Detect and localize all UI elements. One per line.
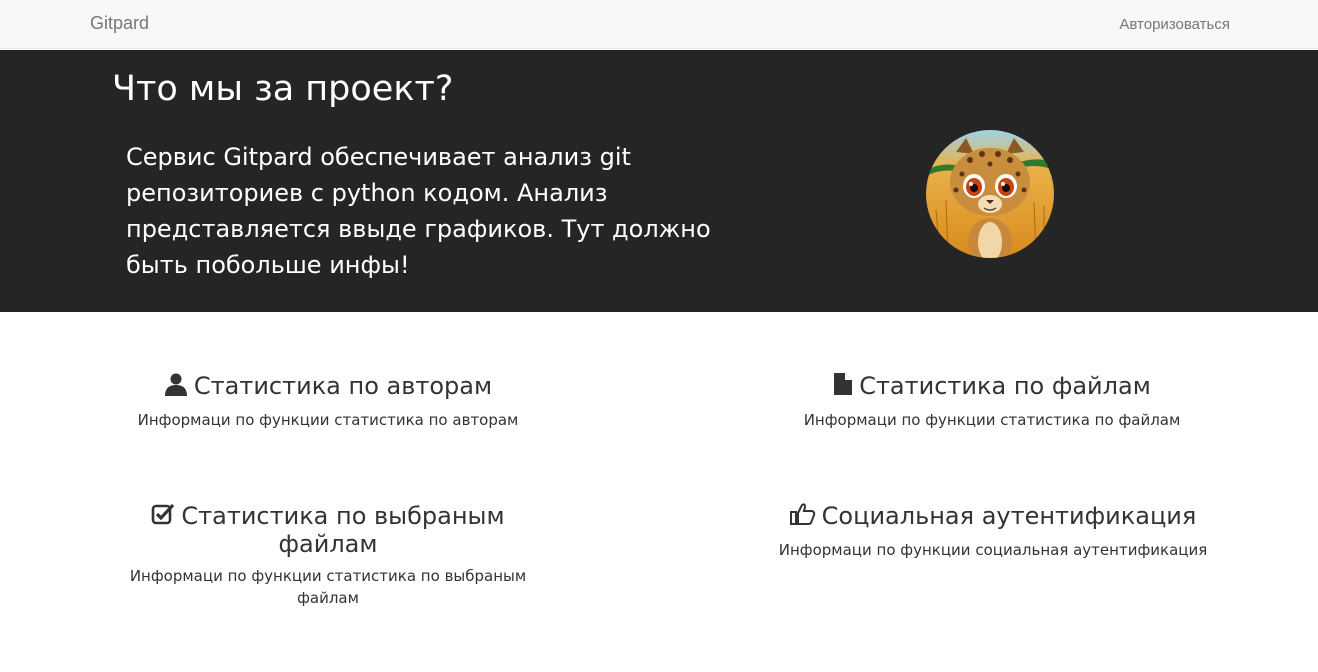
brand-link[interactable]: Gitpard xyxy=(90,13,149,34)
feature-selected-files-stats: Статистика по выбраным файлам Информаци … xyxy=(110,502,546,609)
feature-title-text: Социальная аутентификация xyxy=(821,502,1197,530)
feature-social-auth: Социальная аутентификация Информаци по ф… xyxy=(760,502,1226,561)
feature-description: Информаци по функции социальная аутентиф… xyxy=(778,541,1208,559)
hero-section: Что мы за проект? Сервис Gitpard обеспеч… xyxy=(0,50,1318,312)
feature-authors-stats: Статистика по авторам Информаци по функц… xyxy=(110,372,546,431)
user-icon xyxy=(164,372,188,401)
feature-title-text: Статистика по авторам xyxy=(193,372,493,400)
feature-title: Статистика по выбраным файлам xyxy=(110,502,546,557)
hero-description: Сервис Gitpard обеспечивает анализ git р… xyxy=(126,143,711,279)
feature-description: Информаци по функции статистика по выбра… xyxy=(129,567,527,607)
feature-description: Информаци по функции статистика по файла… xyxy=(803,411,1181,429)
leopard-avatar-image xyxy=(926,130,1054,258)
feature-title: Статистика по авторам xyxy=(110,372,546,401)
feature-title-text: Статистика по файлам xyxy=(859,372,1151,400)
thumbs-up-icon xyxy=(789,502,816,531)
feature-title: Социальная аутентификация xyxy=(760,502,1226,531)
feature-files-stats: Статистика по файлам Информаци по функци… xyxy=(774,372,1210,431)
check-square-icon xyxy=(151,502,175,531)
file-icon xyxy=(833,372,853,401)
login-link[interactable]: Авторизоваться xyxy=(1119,16,1230,33)
feature-title-text: Статистика по выбраным файлам xyxy=(181,502,505,558)
hero-title: Что мы за проект? xyxy=(112,69,454,109)
feature-title: Статистика по файлам xyxy=(774,372,1210,401)
navbar: Gitpard Авторизоваться xyxy=(0,0,1318,49)
feature-description: Информаци по функции статистика по автор… xyxy=(137,411,519,429)
